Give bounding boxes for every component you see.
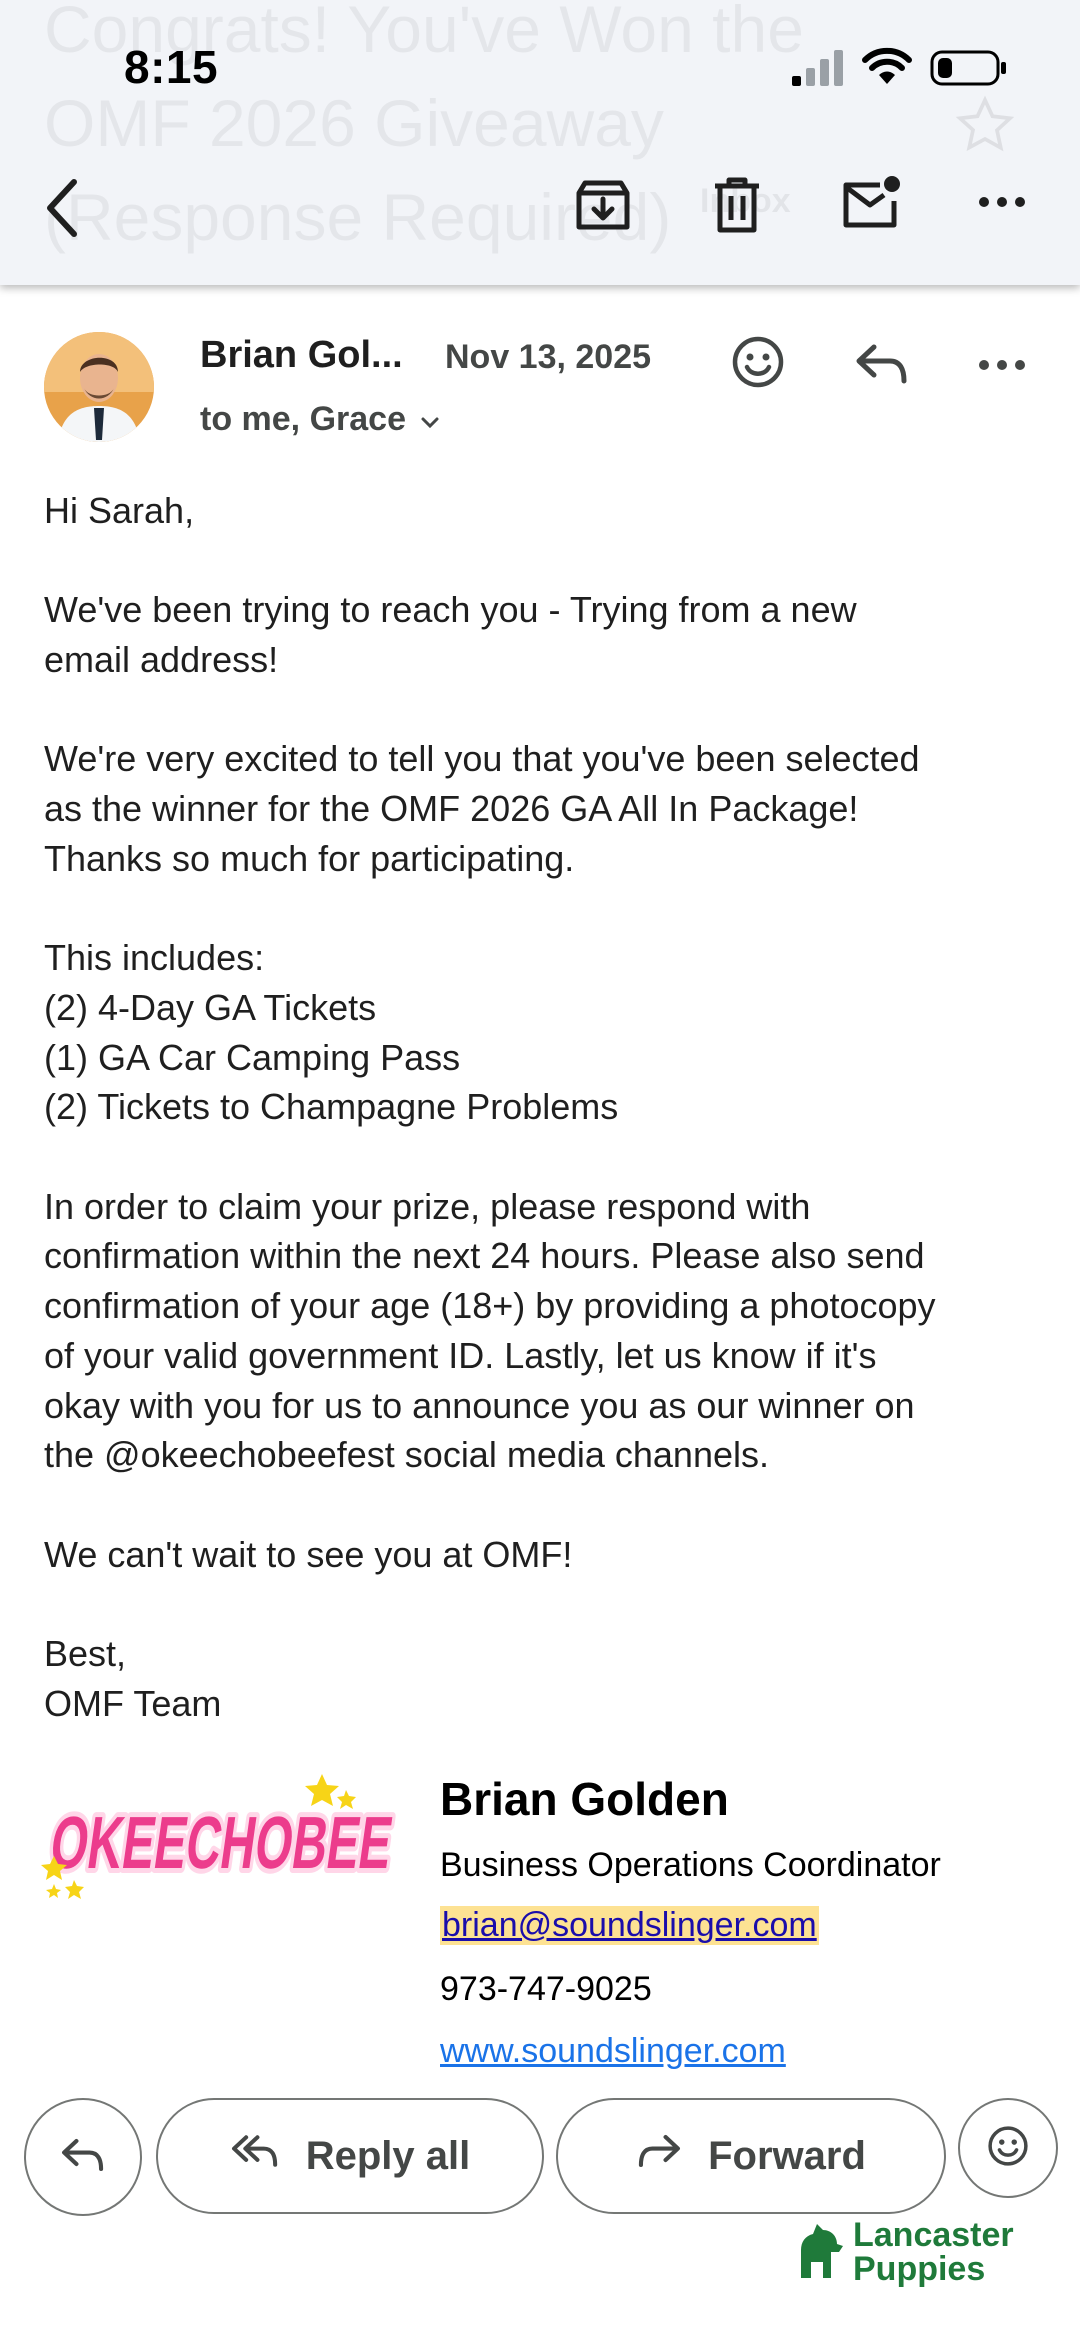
- reply-button[interactable]: [24, 2098, 142, 2216]
- sender-name[interactable]: Brian Gol...: [200, 334, 403, 377]
- paragraph-reach: We've been trying to reach you - Trying …: [44, 589, 857, 681]
- emoji-react-button[interactable]: [958, 2098, 1058, 2198]
- back-arrow-icon[interactable]: [30, 168, 94, 248]
- forward-label: Forward: [708, 2133, 866, 2178]
- forward-button[interactable]: Forward: [556, 2098, 946, 2214]
- status-time: 8:15: [124, 41, 219, 93]
- chevron-down-icon: [420, 400, 440, 439]
- closing: Best, OMF Team: [44, 1633, 222, 1724]
- archive-icon[interactable]: [570, 172, 636, 238]
- okeechobee-logo: OKEECHOBEE OKEECHOBEE: [40, 1760, 402, 1915]
- watermark: Lancaster Puppies: [795, 2218, 1014, 2286]
- watermark-line2: Puppies: [853, 2250, 986, 2288]
- signature-phone[interactable]: 973-747-9025: [440, 1970, 652, 2009]
- mark-unread-icon[interactable]: [836, 170, 906, 236]
- reply-icon[interactable]: [852, 336, 912, 392]
- signature-email-link[interactable]: brian@soundslinger.com: [440, 1906, 819, 1945]
- avatar[interactable]: [44, 332, 154, 442]
- paragraph-see-you: We can't wait to see you at OMF!: [44, 1533, 573, 1575]
- svg-text:OKEECHOBEE: OKEECHOBEE: [46, 1801, 398, 1884]
- signature-website-link[interactable]: www.soundslinger.com: [440, 2032, 786, 2071]
- top-app-bar: Congrats! You've Won the OMF 2026 Giveaw…: [0, 0, 1080, 285]
- cellular-signal-icon: [790, 48, 846, 93]
- reply-all-label: Reply all: [305, 2133, 471, 2178]
- signature-title: Business Operations Coordinator: [440, 1846, 941, 1884]
- reply-icon: [60, 2136, 106, 2179]
- more-options-icon[interactable]: [970, 182, 1034, 222]
- recipients-text: to me, Grace: [200, 400, 406, 438]
- message-body: Hi Sarah, We've been trying to reach you…: [44, 486, 1044, 1728]
- signature-name: Brian Golden: [440, 1773, 729, 1825]
- message-more-icon[interactable]: [972, 350, 1032, 380]
- forward-icon: [636, 2132, 682, 2180]
- battery-icon: [930, 48, 1008, 93]
- dog-silhouette-icon: [795, 2220, 845, 2285]
- reply-all-icon: [230, 2132, 280, 2180]
- paragraph-includes: This includes: (2) 4-Day GA Tickets (1) …: [44, 937, 619, 1128]
- add-reaction-icon[interactable]: [728, 332, 788, 392]
- reply-all-button[interactable]: Reply all: [156, 2098, 544, 2214]
- paragraph-claim: In order to claim your prize, please res…: [44, 1185, 936, 1476]
- paragraph-winner: We're very excited to tell you that you'…: [44, 738, 920, 879]
- greeting: Hi Sarah,: [44, 490, 195, 531]
- wifi-icon: [862, 46, 912, 91]
- star-icon: [955, 95, 1015, 160]
- trash-icon[interactable]: [704, 172, 770, 238]
- recipients-toggle[interactable]: to me, Grace: [200, 400, 440, 439]
- emoji-icon: [987, 2125, 1029, 2172]
- message-date: Nov 13, 2025: [445, 338, 652, 376]
- watermark-line1: Lancaster: [853, 2216, 1014, 2254]
